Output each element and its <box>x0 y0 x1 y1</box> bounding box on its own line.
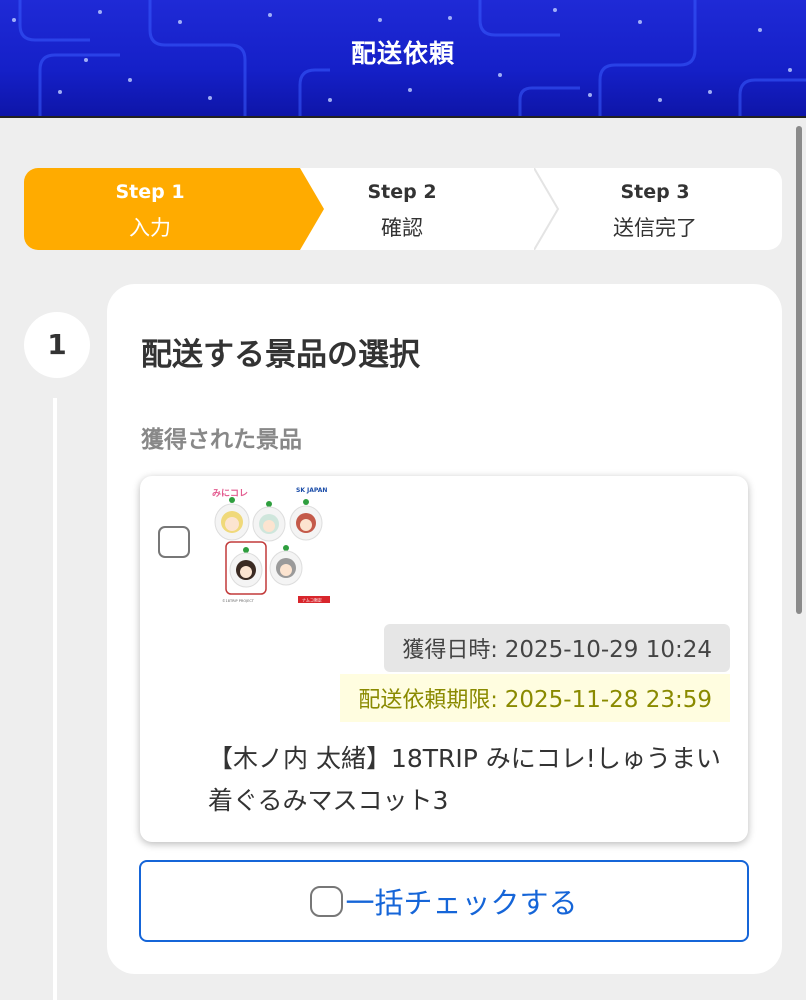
thumb-copyright: ©18TRIP PROJECT <box>222 599 255 603</box>
delivery-deadline-label: 配送依頼期限: <box>358 688 505 713</box>
bulk-check-button[interactable]: 一括チェックする <box>139 860 749 942</box>
page-header: 配送依頼 <box>0 0 806 118</box>
bulk-check-label: 一括チェックする <box>345 886 578 920</box>
section-title: 配送する景品の選択 <box>141 337 420 373</box>
prize-name: 【木ノ内 太緒】18TRIP みにコレ!しゅうまい着ぐるみマスコット3 <box>208 744 721 815</box>
acquired-prizes-heading: 獲得された景品 <box>141 427 302 453</box>
acquired-date-badge: 獲得日時: 2025-10-29 10:24 <box>384 624 730 672</box>
step-3-label: 送信完了 <box>613 216 697 240</box>
step-2-number: Step 2 <box>367 181 437 203</box>
bulk-check-checkbox-icon <box>310 885 344 917</box>
acquired-date-value: 2025-10-29 10:24 <box>504 637 712 663</box>
step-1: Step 1 入力 <box>24 168 276 250</box>
prize-selection-card: 配送する景品の選択 獲得された景品 みにコレ SK JAPAN ©18TRIP … <box>107 284 782 974</box>
prize-checkbox[interactable] <box>158 526 190 558</box>
thumb-limited-label: ナムコ限定 <box>302 597 322 603</box>
section-number-badge: 1 <box>24 312 90 378</box>
prize-item-card[interactable]: みにコレ SK JAPAN ©18TRIP PROJECT ナムコ限定 獲得日時… <box>140 476 748 842</box>
step-2-label: 確認 <box>381 216 423 240</box>
step-3-number: Step 3 <box>620 181 690 203</box>
acquired-date-label: 獲得日時: <box>402 638 505 663</box>
progress-stepper: Step 1 入力 Step 2 確認 Step 3 送信完了 <box>24 168 782 250</box>
prize-thumbnail: みにコレ SK JAPAN ©18TRIP PROJECT ナムコ限定 <box>208 480 338 608</box>
step-1-number: Step 1 <box>115 181 185 203</box>
timeline-line <box>53 398 57 1000</box>
thumb-brand-text: SK JAPAN <box>296 487 327 494</box>
step-3: Step 3 送信完了 <box>528 168 782 250</box>
thumb-logo-text: みにコレ <box>212 488 248 499</box>
step-1-label: 入力 <box>129 216 171 240</box>
delivery-deadline-badge: 配送依頼期限: 2025-11-28 23:59 <box>340 674 730 722</box>
page-title: 配送依頼 <box>350 39 455 68</box>
scrollbar[interactable] <box>796 126 802 614</box>
step-2: Step 2 確認 <box>276 168 528 250</box>
delivery-deadline-value: 2025-11-28 23:59 <box>504 687 712 713</box>
